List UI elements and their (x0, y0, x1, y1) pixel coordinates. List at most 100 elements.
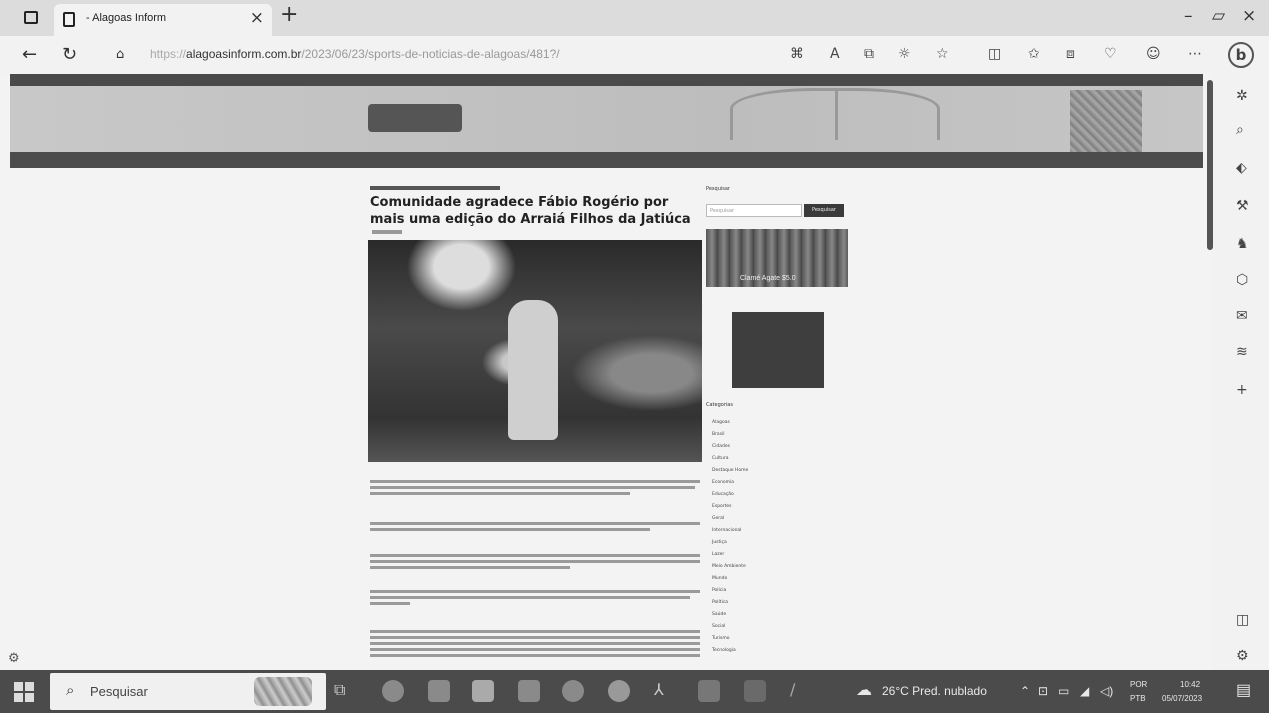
favorites-icon[interactable]: ✩ (1028, 46, 1040, 62)
category-item[interactable]: Cidades (712, 444, 730, 449)
clock-date[interactable]: 05/07/2023 (1162, 694, 1202, 703)
app-available-icon[interactable]: ⌘ (790, 46, 804, 62)
refresh-icon[interactable]: ↻ (62, 44, 77, 65)
split-screen-icon[interactable]: ◫ (988, 46, 1001, 62)
category-item[interactable]: Política (712, 600, 728, 605)
workspaces-icon[interactable] (24, 11, 38, 24)
article-text-line (370, 654, 700, 657)
weather-status[interactable]: 26°C Pred. nublado (882, 684, 987, 698)
categories-label: Categorias (706, 402, 733, 408)
category-item[interactable]: Educação (712, 492, 734, 497)
games-icon[interactable]: ♞ (1236, 236, 1249, 252)
category-item[interactable]: Social (712, 624, 725, 629)
category-item[interactable]: Cultura (712, 456, 728, 461)
language-code[interactable]: POR (1130, 680, 1147, 689)
pen-app-icon[interactable]: ∕ (790, 680, 812, 702)
mail-app-icon[interactable] (518, 680, 540, 702)
back-icon[interactable]: ← (22, 44, 37, 65)
translate-icon[interactable]: ⧉ (864, 46, 874, 62)
category-item[interactable]: Brasil (712, 432, 725, 437)
browser-tab[interactable]: - Alagoas Inform × (54, 4, 272, 36)
category-item[interactable]: Saúde (712, 612, 726, 617)
outlook-icon[interactable]: ✉ (1236, 308, 1248, 324)
lock-icon[interactable]: ⌂ (116, 47, 124, 62)
category-item[interactable]: Geral (712, 516, 724, 521)
site-menu-bar (10, 152, 1203, 168)
category-item[interactable]: Economia (712, 480, 734, 485)
tools-icon[interactable]: ⚒ (1236, 198, 1249, 214)
tray-overflow-icon[interactable]: ⌃ (1020, 684, 1030, 698)
drop-icon[interactable]: ≋ (1236, 344, 1248, 360)
start-menu-icon[interactable] (14, 682, 34, 702)
sidebar-ad-banner[interactable] (732, 312, 824, 388)
collections-icon[interactable]: ⧈ (1066, 46, 1075, 62)
category-item[interactable]: Meio Ambiente (712, 564, 746, 569)
bing-chat-icon[interactable]: b (1228, 42, 1254, 68)
page-settings-icon[interactable]: ⚙ (8, 651, 20, 666)
tab-close-icon[interactable]: × (250, 8, 264, 28)
address-bar[interactable]: https://alagoasinform.com.br/2023/06/23/… (150, 47, 560, 61)
acrobat-app-icon[interactable]: ⅄ (654, 680, 676, 702)
article-text-line (370, 492, 630, 495)
article-photo (368, 240, 702, 462)
article-tags[interactable] (370, 186, 500, 190)
read-aloud-icon[interactable]: A (830, 46, 840, 62)
document-app-icon[interactable] (698, 680, 720, 702)
article-text-line (370, 554, 700, 557)
category-item[interactable]: Mundo (712, 576, 727, 581)
discover-icon[interactable]: ✲ (1236, 88, 1248, 104)
sidebar-search-button[interactable]: Pesquisar (804, 204, 844, 217)
tray-app-icon[interactable]: ⊡ (1038, 684, 1048, 698)
shopping-icon[interactable]: ⬖ (1236, 160, 1247, 176)
site-top-bar (10, 74, 1203, 86)
network-icon[interactable]: ◢ (1080, 684, 1089, 698)
sidebar-search-input[interactable]: Pesquisar (706, 204, 802, 217)
favorite-icon[interactable]: ☆ (936, 46, 949, 62)
keyboard-layout[interactable]: PTB (1130, 694, 1146, 703)
category-item[interactable]: Lazer (712, 552, 724, 557)
word-app-icon[interactable] (744, 680, 766, 702)
browser-essentials-icon[interactable]: ♡ (1104, 46, 1117, 62)
url-path: /2023/06/23/sports-de-noticias-de-alagoa… (301, 47, 560, 61)
taskbar-search-input[interactable]: ⌕ Pesquisar (50, 673, 326, 710)
article-text-line (370, 560, 700, 563)
battery-icon[interactable]: ▭ (1058, 684, 1069, 698)
category-item[interactable]: Internacional (712, 528, 741, 533)
task-view-icon[interactable]: ⧉ (334, 680, 356, 702)
url-host: alagoasinform.com.br (186, 47, 302, 61)
clock-time[interactable]: 10:42 (1180, 680, 1200, 689)
category-item[interactable]: Destaque Home (712, 468, 748, 473)
sidebar-settings-icon[interactable]: ⚙ (1236, 648, 1249, 664)
volume-icon[interactable]: ◁) (1100, 684, 1113, 698)
close-button[interactable]: × (1242, 6, 1256, 26)
category-item[interactable]: Tecnologia (712, 648, 736, 653)
profile-icon[interactable]: ☺ (1146, 46, 1161, 62)
edge-app-icon[interactable] (382, 680, 404, 702)
article-headline: Comunidade agradece Fábio Rogério por ma… (370, 195, 691, 227)
site-logo[interactable] (368, 104, 462, 132)
banner-ad-image[interactable] (1070, 90, 1142, 152)
file-explorer-icon[interactable] (428, 680, 450, 702)
extensions-icon[interactable]: ☼ (898, 46, 911, 62)
chrome-app-icon[interactable] (562, 680, 584, 702)
minimize-button[interactable]: – (1184, 6, 1193, 26)
notifications-icon[interactable]: ▤ (1236, 680, 1251, 700)
category-item[interactable]: Turismo (712, 636, 730, 641)
article-text-line (370, 636, 700, 639)
more-menu-icon[interactable]: ⋯ (1188, 46, 1202, 62)
title-bar: - Alagoas Inform × + – ▱ × (0, 0, 1269, 36)
calendar-app-icon[interactable] (472, 680, 494, 702)
article-text-line (370, 480, 700, 483)
category-item[interactable]: Esportes (712, 504, 732, 509)
category-item[interactable]: Polícia (712, 588, 726, 593)
search-icon[interactable]: ⌕ (1236, 122, 1244, 138)
browser-app-icon[interactable] (608, 680, 630, 702)
add-sidebar-app-icon[interactable]: + (1236, 382, 1248, 398)
office-icon[interactable]: ⬡ (1236, 272, 1248, 288)
category-item[interactable]: Justiça (712, 540, 727, 545)
category-item[interactable]: Alagoas (712, 420, 730, 425)
hide-sidebar-icon[interactable]: ◫ (1236, 612, 1249, 628)
maximize-button[interactable]: ▱ (1212, 6, 1225, 26)
page-icon (63, 12, 75, 27)
new-tab-button[interactable]: + (280, 2, 298, 27)
